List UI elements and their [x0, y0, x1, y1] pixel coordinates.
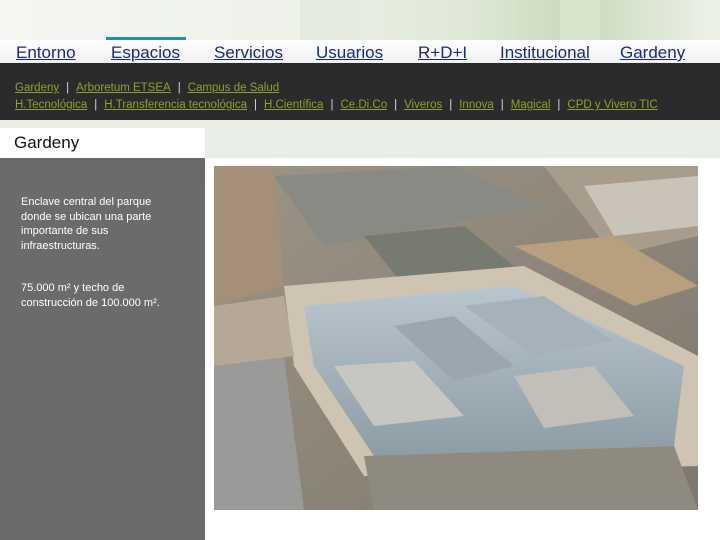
description-paragraph: Enclave central del parque donde se ubic… — [21, 196, 152, 252]
subnav-link-innova[interactable]: Innova — [459, 99, 494, 111]
subnav-separator: | — [500, 99, 504, 111]
subnav-link-h-cientifica[interactable]: H.Científica — [264, 99, 323, 111]
nav-item-institucional[interactable]: Institucional — [500, 43, 590, 63]
subnav-separator: | — [449, 99, 453, 111]
subnav-link-viveros[interactable]: Viveros — [404, 99, 442, 111]
nav-item-gardeny[interactable]: Gardeny — [620, 43, 685, 63]
subnav-separator: | — [394, 99, 398, 111]
subnav-separator: | — [94, 99, 98, 111]
sub-nav-row: H.Tecnológica | H.Transferencia tecnológic… — [15, 99, 658, 111]
top-banner — [0, 0, 720, 40]
subnav-separator: | — [66, 82, 70, 94]
sub-nav: Gardeny | Arboretum ETSEA | Campus de Salud … — [0, 64, 720, 120]
sub-nav-row: Gardeny | Arboretum ETSEA | Campus de Salud — [15, 82, 279, 94]
banner-decoration — [300, 0, 360, 40]
subnav-link-arboretum[interactable]: Arboretum ETSEA — [76, 82, 171, 94]
nav-item-espacios[interactable]: Espacios — [111, 43, 180, 63]
subnav-link-campus-salud[interactable]: Campus de Salud — [188, 82, 279, 94]
subnav-link-h-transferencia[interactable]: H.Transferencia tecnológica — [104, 99, 247, 111]
subnav-link-magical[interactable]: Magical — [511, 99, 551, 111]
subnav-separator: | — [254, 99, 257, 111]
subnav-separator: | — [330, 99, 334, 111]
page-title: Gardeny — [14, 133, 80, 152]
main-nav: Entorno Espacios Servicios Usuarios R+D+… — [0, 40, 720, 64]
subnav-separator: | — [177, 82, 181, 94]
nav-item-rdi[interactable]: R+D+I — [418, 43, 467, 63]
nav-item-servicios[interactable]: Servicios — [214, 43, 283, 63]
area-paragraph: 75.000 m² y techo de construcción de 100… — [21, 282, 160, 309]
subnav-link-h-tecnologica[interactable]: H.Tecnológica — [15, 99, 87, 111]
subnav-separator: | — [557, 99, 561, 111]
subnav-link-gardeny[interactable]: Gardeny — [15, 82, 59, 94]
nav-item-usuarios[interactable]: Usuarios — [316, 43, 383, 63]
banner-decoration — [560, 0, 600, 40]
aerial-photo — [214, 166, 698, 510]
nav-item-entorno[interactable]: Entorno — [16, 43, 76, 63]
subnav-link-cedico[interactable]: Ce.Di.Co — [340, 99, 387, 111]
subnav-link-cpd-vivero-tic[interactable]: CPD y Vivero TIC — [567, 99, 657, 111]
